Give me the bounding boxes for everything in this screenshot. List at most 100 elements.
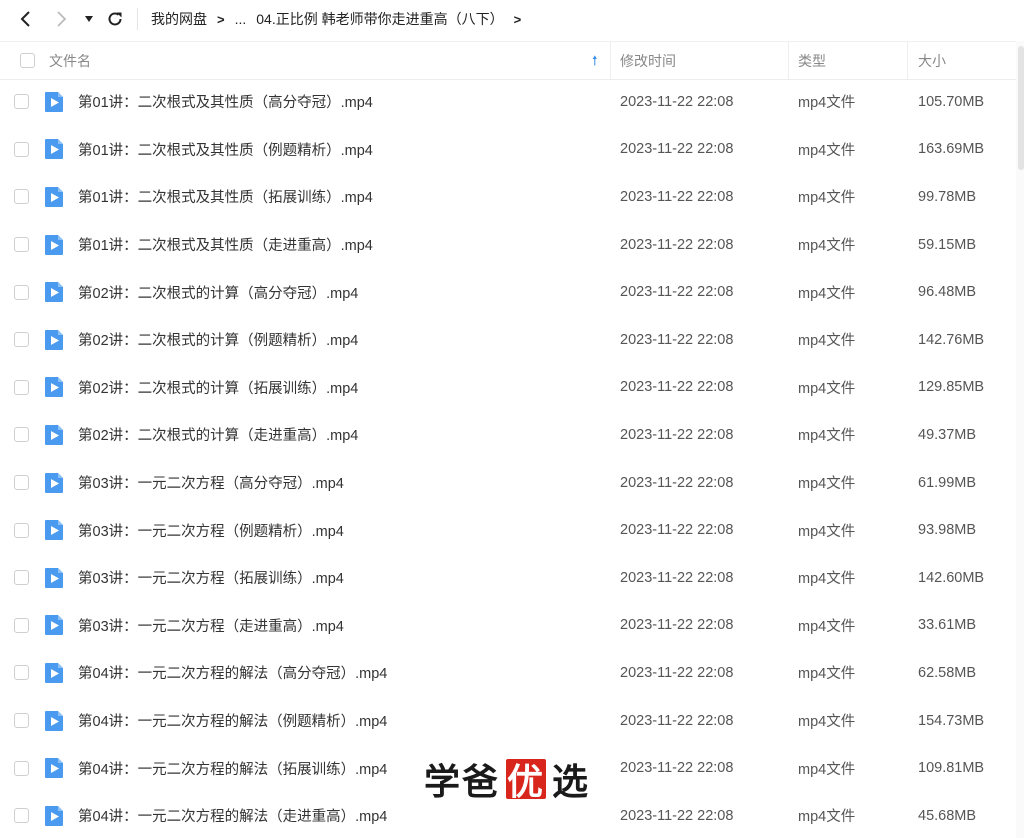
file-name[interactable]: 第02讲：二次根式的计算（例题精析）.mp4: [78, 316, 358, 364]
column-header-name-label: 文件名: [49, 52, 91, 69]
video-file-icon-svg: [45, 234, 63, 255]
file-size: 129.85MB: [918, 379, 985, 396]
file-size: 163.69MB: [918, 141, 985, 158]
file-modified-time: 2023-11-22 22:08: [620, 331, 734, 348]
column-divider[interactable]: [788, 42, 789, 79]
file-name[interactable]: 第01讲：二次根式及其性质（高分夺冠）.mp4: [78, 78, 373, 126]
video-file-icon: [44, 506, 64, 554]
file-name[interactable]: 第01讲：二次根式及其性质（例题精析）.mp4: [78, 126, 373, 174]
column-header-size[interactable]: 大小: [918, 42, 946, 79]
breadcrumb-current[interactable]: 04.正比例 韩老师带你走进重高（八下）: [256, 9, 503, 29]
file-modified-time: 2023-11-22 22:08: [620, 760, 734, 777]
row-checkbox[interactable]: [14, 617, 29, 633]
file-type: mp4文件: [798, 238, 856, 255]
file-name[interactable]: 第03讲：一元二次方程（走进重高）.mp4: [78, 602, 344, 650]
vertical-scrollbar-thumb[interactable]: [1018, 46, 1024, 170]
column-header-modified[interactable]: 修改时间: [620, 42, 676, 79]
row-checkbox-cell: [14, 649, 29, 697]
file-row[interactable]: 第03讲：一元二次方程（拓展训练）.mp4 2023-11-22 22:08 mp4…: [0, 554, 1016, 602]
refresh-icon: [108, 12, 122, 26]
row-checkbox[interactable]: [14, 332, 29, 348]
back-button[interactable]: [13, 7, 37, 31]
video-file-icon-svg: [45, 710, 63, 731]
row-checkbox[interactable]: [14, 475, 29, 491]
refresh-button[interactable]: [103, 7, 127, 31]
watermark-logo: 学爸 优 选: [424, 756, 590, 803]
file-name[interactable]: 第03讲：一元二次方程（拓展训练）.mp4: [78, 554, 344, 602]
file-name[interactable]: 第01讲：二次根式及其性质（拓展训练）.mp4: [78, 173, 373, 221]
file-type: mp4文件: [798, 571, 856, 588]
row-checkbox[interactable]: [14, 570, 29, 586]
file-row[interactable]: 第01讲：二次根式及其性质（拓展训练）.mp4 2023-11-22 22:08 m…: [0, 173, 1016, 221]
file-name[interactable]: 第04讲：一元二次方程的解法（拓展训练）.mp4: [78, 744, 387, 792]
row-checkbox[interactable]: [14, 760, 29, 776]
row-checkbox[interactable]: [14, 189, 29, 205]
file-size: 154.73MB: [918, 712, 985, 729]
video-file-icon-svg: [45, 282, 63, 303]
file-row[interactable]: 第02讲：二次根式的计算（拓展训练）.mp4 2023-11-22 22:08 mp…: [0, 364, 1016, 412]
file-row[interactable]: 第01讲：二次根式及其性质（高分夺冠）.mp4 2023-11-22 22:08 m…: [0, 78, 1016, 126]
row-checkbox[interactable]: [14, 427, 29, 443]
row-checkbox[interactable]: [14, 808, 29, 824]
column-header-type[interactable]: 类型: [798, 42, 826, 79]
video-file-icon-svg: [45, 520, 63, 541]
file-row[interactable]: 第03讲：一元二次方程（高分夺冠）.mp4 2023-11-22 22:08 mp4…: [0, 459, 1016, 507]
file-size: 49.37MB: [918, 426, 977, 443]
row-checkbox-cell: [14, 506, 29, 554]
row-checkbox[interactable]: [14, 141, 29, 157]
nav-divider: [137, 8, 138, 30]
file-type: mp4文件: [798, 618, 856, 635]
file-row[interactable]: 第02讲：二次根式的计算（高分夺冠）.mp4 2023-11-22 22:08 mp…: [0, 268, 1016, 316]
file-size: 59.15MB: [918, 236, 977, 253]
column-divider[interactable]: [907, 42, 908, 79]
file-modified-time: 2023-11-22 22:08: [620, 664, 734, 681]
file-row[interactable]: 第01讲：二次根式及其性质（例题精析）.mp4 2023-11-22 22:08 m…: [0, 126, 1016, 174]
row-checkbox[interactable]: [14, 522, 29, 538]
row-checkbox-cell: [14, 78, 29, 126]
column-header-type-label: 类型: [798, 52, 826, 69]
file-name[interactable]: 第04讲：一元二次方程的解法（走进重高）.mp4: [78, 792, 387, 838]
file-name[interactable]: 第04讲：一元二次方程的解法（例题精析）.mp4: [78, 697, 387, 745]
file-modified-time: 2023-11-22 22:08: [620, 93, 734, 110]
file-row[interactable]: 第04讲：一元二次方程的解法（高分夺冠）.mp4 2023-11-22 22:08…: [0, 649, 1016, 697]
forward-button[interactable]: [50, 7, 74, 31]
arrow-up-icon[interactable]: 🠕: [592, 52, 598, 74]
file-row[interactable]: 第03讲：一元二次方程（走进重高）.mp4 2023-11-22 22:08 mp4…: [0, 602, 1016, 650]
file-row[interactable]: 第04讲：一元二次方程的解法（例题精析）.mp4 2023-11-22 22:08…: [0, 697, 1016, 745]
file-type: mp4文件: [798, 666, 856, 683]
file-type: mp4文件: [798, 428, 856, 445]
file-name[interactable]: 第02讲：二次根式的计算（高分夺冠）.mp4: [78, 268, 358, 316]
file-row[interactable]: 第03讲：一元二次方程（例题精析）.mp4 2023-11-22 22:08 mp4…: [0, 506, 1016, 554]
row-checkbox[interactable]: [14, 665, 29, 681]
file-name[interactable]: 第03讲：一元二次方程（高分夺冠）.mp4: [78, 459, 344, 507]
file-size: 109.81MB: [918, 760, 985, 777]
breadcrumb-root[interactable]: 我的网盘: [151, 9, 207, 29]
video-file-icon: [44, 602, 64, 650]
row-checkbox-cell: [14, 411, 29, 459]
file-name[interactable]: 第03讲：一元二次方程（例题精析）.mp4: [78, 506, 344, 554]
history-dropdown-button[interactable]: [80, 7, 98, 31]
file-row[interactable]: 第02讲：二次根式的计算（走进重高）.mp4 2023-11-22 22:08 mp…: [0, 411, 1016, 459]
row-checkbox[interactable]: [14, 713, 29, 729]
file-name[interactable]: 第02讲：二次根式的计算（走进重高）.mp4: [78, 411, 358, 459]
file-type: mp4文件: [798, 523, 856, 540]
file-type: mp4文件: [798, 380, 856, 397]
chevron-right-icon: [57, 11, 67, 27]
breadcrumb-ellipsis[interactable]: ...: [235, 11, 247, 27]
row-checkbox[interactable]: [14, 284, 29, 300]
video-file-icon-svg: [45, 377, 63, 398]
select-all-checkbox[interactable]: [20, 53, 35, 68]
column-divider[interactable]: [610, 42, 611, 79]
file-name[interactable]: 第01讲：二次根式及其性质（走进重高）.mp4: [78, 221, 373, 269]
row-checkbox[interactable]: [14, 94, 29, 110]
file-type: mp4文件: [798, 714, 856, 731]
file-name[interactable]: 第02讲：二次根式的计算（拓展训练）.mp4: [78, 364, 358, 412]
column-header-size-label: 大小: [918, 52, 946, 69]
row-checkbox[interactable]: [14, 237, 29, 253]
file-row[interactable]: 第02讲：二次根式的计算（例题精析）.mp4 2023-11-22 22:08 mp…: [0, 316, 1016, 364]
row-checkbox[interactable]: [14, 379, 29, 395]
file-name[interactable]: 第04讲：一元二次方程的解法（高分夺冠）.mp4: [78, 649, 387, 697]
file-row[interactable]: 第01讲：二次根式及其性质（走进重高）.mp4 2023-11-22 22:08 m…: [0, 221, 1016, 269]
file-size: 61.99MB: [918, 474, 977, 491]
column-header-name[interactable]: 文件名: [49, 42, 91, 79]
